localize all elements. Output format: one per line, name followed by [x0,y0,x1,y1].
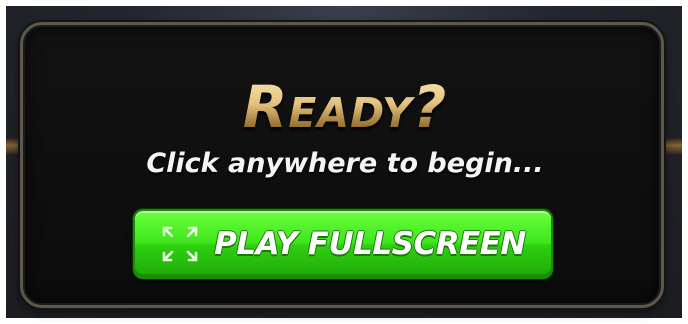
play-fullscreen-label: PLAY FULLSCREEN [214,226,526,262]
ready-title: Ready? [23,75,667,139]
begin-prompt: Click anywhere to begin... [146,148,544,179]
fullscreen-icon [162,226,198,262]
game-scene[interactable]: Ready? Click anywhere to begin... PLAY F… [0,0,688,324]
ready-dialog[interactable]: Ready? Click anywhere to begin... PLAY F… [20,22,664,308]
play-fullscreen-button[interactable]: PLAY FULLSCREEN [133,209,553,279]
